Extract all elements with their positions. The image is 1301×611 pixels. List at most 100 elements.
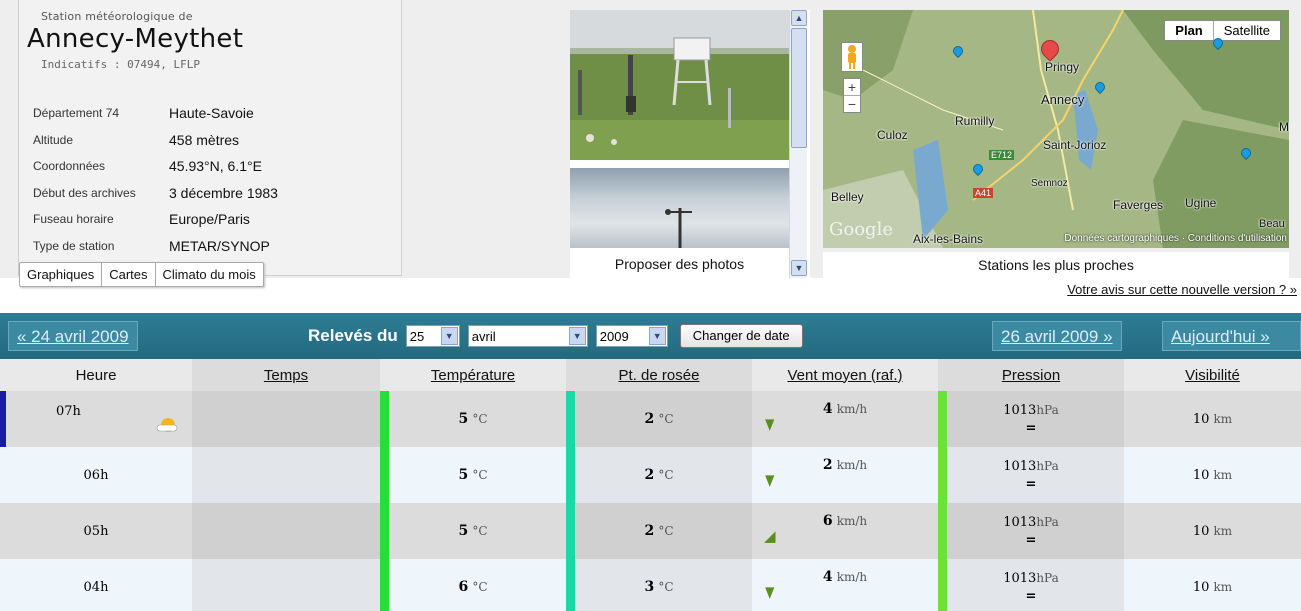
observations-body: 07h 5 °C 2 °C ▼ 4 km/h 1013hPa = 10 km 06h 5 °C 2 … <box>0 391 1301 611</box>
tab-cartes[interactable]: Cartes <box>102 263 156 286</box>
tab-graphiques[interactable]: Graphiques <box>20 263 103 286</box>
detail-coordonnees: Coordonnées 45.93°N, 6.1°E <box>33 153 278 180</box>
temperature-color-bar <box>380 391 389 447</box>
header-temps[interactable]: Temps <box>192 359 380 391</box>
detail-value: 3 décembre 1983 <box>169 184 278 201</box>
dew-point-unit: °C <box>658 524 674 538</box>
map-credits[interactable]: Données cartographiques · Conditions d'u… <box>1064 233 1287 244</box>
cell-weather <box>192 447 380 503</box>
wind-value: 2 <box>822 457 833 473</box>
pressure-trend: = <box>1025 588 1037 604</box>
propose-photos-link[interactable]: Proposer des photos <box>570 250 789 278</box>
next-day-link[interactable]: 26 avril 2009 » <box>992 321 1122 351</box>
photo-scrollbar[interactable]: ▲ ▼ <box>789 10 807 278</box>
change-date-button[interactable]: Changer de date <box>679 324 803 348</box>
header-pressure[interactable]: Pression <box>938 359 1124 391</box>
station-photo[interactable] <box>570 10 789 160</box>
map-type-plan-button[interactable]: Plan <box>1165 21 1214 40</box>
visibility-value: 10 <box>1192 467 1210 483</box>
dew-point-color-bar <box>566 391 575 447</box>
prev-day-link[interactable]: « 24 avril 2009 <box>8 321 138 351</box>
station-name: Annecy-Meythet <box>27 24 244 54</box>
scroll-thumb[interactable] <box>791 28 807 148</box>
wind-direction-arrow-icon: ▼ <box>765 471 775 489</box>
visibility-unit: km <box>1213 579 1233 594</box>
header-temperature[interactable]: Température <box>380 359 566 391</box>
detail-type: Type de station METAR/SYNOP <box>33 233 278 260</box>
map-label-saint-jorioz: Saint-Jorioz <box>1043 138 1107 152</box>
nearby-stations-link[interactable]: Stations les plus proches <box>823 252 1289 278</box>
pressure-value: 1013 <box>1003 570 1037 586</box>
dew-point-color-bar <box>566 447 575 503</box>
scroll-down-icon[interactable]: ▼ <box>791 260 807 276</box>
zoom-out-button[interactable]: − <box>844 95 860 112</box>
pegman-figure <box>848 45 856 69</box>
station-photo-2[interactable] <box>570 168 789 248</box>
cell-temperature: 5 °C <box>380 447 566 503</box>
releves-label: Relevés du <box>308 326 398 345</box>
map-type-satellite-button[interactable]: Satellite <box>1214 21 1280 40</box>
chevron-down-icon: ▼ <box>440 327 458 345</box>
header-dew-point[interactable]: Pt. de rosée <box>566 359 752 391</box>
header-wind[interactable]: Vent moyen (raf.) <box>752 359 938 391</box>
cell-visibility: 10 km <box>1124 447 1301 503</box>
map-label-ugine: Ugine <box>1185 196 1217 210</box>
visibility-unit: km <box>1213 467 1233 482</box>
nearby-stations-map[interactable]: + − Plan Satellite Annecy Rumilly Culoz … <box>823 10 1289 248</box>
wind-direction-arrow-icon: ▼ <box>765 415 775 433</box>
zoom-in-button[interactable]: + <box>844 79 860 95</box>
pressure-color-bar <box>938 447 947 503</box>
station-details: Département 74 Haute-Savoie Altitude 458 m… <box>33 100 278 259</box>
hour-value: 07h <box>56 403 81 419</box>
cell-dew-point: 2 °C <box>566 503 752 559</box>
feedback-link[interactable]: Votre avis sur cette nouvelle version ? … <box>1067 282 1297 297</box>
tab-climato-du-mois[interactable]: Climato du mois <box>156 263 263 286</box>
table-row: 06h 5 °C 2 °C ▼ 2 km/h 1013hPa = 10 km <box>0 447 1301 503</box>
observations-table: Heure Temps Température Pt. de rosée Ven… <box>0 359 1301 611</box>
cell-visibility: 10 km <box>1124 503 1301 559</box>
pressure-unit: hPa <box>1036 402 1059 417</box>
visibility-value: 10 <box>1192 411 1210 427</box>
visibility-value: 10 <box>1192 523 1210 539</box>
dew-point-unit: °C <box>658 580 674 594</box>
table-row: 05h 5 °C 2 °C ◢ 6 km/h 1013hPa = 10 km <box>0 503 1301 559</box>
header-temps-label: Temps <box>263 366 309 384</box>
wind-direction-arrow-icon: ▼ <box>765 583 775 601</box>
photo-gallery: Proposer des photos ▲ ▼ <box>570 10 810 278</box>
street-view-pegman-icon[interactable] <box>841 42 863 72</box>
dew-point-color-bar <box>566 559 575 611</box>
wind-value: 4 <box>822 401 833 417</box>
pressure-color-bar <box>938 391 947 447</box>
header-visibility-label: Visibilité <box>1185 366 1240 384</box>
dew-point-value: 2 <box>644 523 655 539</box>
today-link[interactable]: Aujourd'hui » <box>1162 321 1301 351</box>
station-indicatifs: Indicatifs : 07494, LFLP <box>41 58 200 71</box>
header-visibility[interactable]: Visibilité <box>1124 359 1301 391</box>
detail-value: Europe/Paris <box>169 211 250 228</box>
station-info-panel: Station météorologique de Annecy-Meythet… <box>18 0 402 276</box>
wind-direction-arrow-icon: ◢ <box>764 527 776 545</box>
current-row-marker <box>0 391 6 447</box>
day-select[interactable]: 25 ▼ <box>405 325 460 347</box>
dew-point-value: 2 <box>644 411 655 427</box>
wind-value: 4 <box>822 569 833 585</box>
chevron-down-icon: ▼ <box>568 327 586 345</box>
pressure-trend: = <box>1025 532 1037 548</box>
map-type-control: Plan Satellite <box>1164 20 1281 41</box>
temperature-value: 5 <box>458 467 469 483</box>
detail-altitude: Altitude 458 mètres <box>33 127 278 154</box>
detail-value: 458 mètres <box>169 131 240 148</box>
dew-point-value: 2 <box>644 467 655 483</box>
temperature-color-bar <box>380 559 389 611</box>
map-label-belley: Belley <box>831 190 864 204</box>
detail-label: Début des archives <box>33 185 136 200</box>
visibility-value: 10 <box>1192 579 1210 595</box>
cell-wind: ◢ 6 km/h <box>752 503 938 559</box>
map-label-culoz: Culoz <box>877 128 908 142</box>
dew-point-value: 3 <box>644 579 655 595</box>
pressure-color-bar <box>938 503 947 559</box>
month-select[interactable]: avril ▼ <box>467 325 588 347</box>
map-label-e712: E712 <box>989 150 1015 160</box>
year-select[interactable]: 2009 ▼ <box>595 325 668 347</box>
scroll-up-icon[interactable]: ▲ <box>791 10 807 26</box>
